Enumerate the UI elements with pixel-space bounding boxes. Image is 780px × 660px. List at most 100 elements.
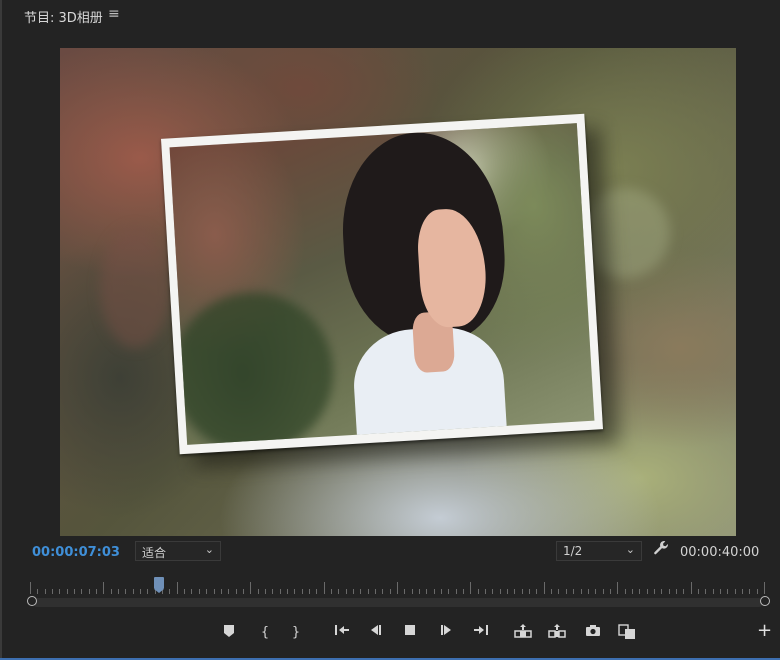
ruler-tick xyxy=(169,589,170,594)
ruler-tick xyxy=(434,589,435,594)
step-forward-button[interactable] xyxy=(435,624,457,642)
ruler-tick xyxy=(404,589,405,594)
ruler-tick xyxy=(147,589,148,594)
marker-icon xyxy=(218,624,240,638)
photo-image xyxy=(169,123,595,445)
mark-in-button[interactable]: { xyxy=(254,624,276,642)
ruler-tick xyxy=(603,589,604,594)
ruler-tick xyxy=(558,589,559,594)
ruler-tick xyxy=(669,589,670,594)
panel-title[interactable]: 节目: 3D相册 xyxy=(24,7,103,26)
ruler-tick xyxy=(74,589,75,594)
ruler-tick xyxy=(309,589,310,594)
ruler-tick xyxy=(81,589,82,594)
ruler-tick xyxy=(390,589,391,594)
stop-icon xyxy=(399,624,421,636)
ruler-tick xyxy=(140,589,141,594)
ruler-tick xyxy=(470,582,471,594)
ruler-tick xyxy=(566,589,567,594)
ruler-tick xyxy=(294,589,295,594)
stop-button[interactable] xyxy=(399,624,421,642)
ruler-tick xyxy=(647,589,648,594)
ruler-tick xyxy=(456,589,457,594)
plus-icon[interactable]: + xyxy=(757,620,772,641)
ruler-tick xyxy=(177,582,178,594)
export-frame-button[interactable] xyxy=(582,624,604,642)
ruler-tick xyxy=(426,589,427,594)
ruler-tick xyxy=(346,589,347,594)
ruler-tick xyxy=(536,589,537,594)
ruler-tick xyxy=(463,589,464,594)
ruler-tick xyxy=(206,589,207,594)
ruler-tick xyxy=(698,589,699,594)
ruler-tick xyxy=(492,589,493,594)
ruler-tick xyxy=(720,589,721,594)
ruler-tick xyxy=(544,582,545,594)
ruler-tick xyxy=(757,589,758,594)
ruler-tick xyxy=(448,589,449,594)
ruler-tick xyxy=(676,589,677,594)
ruler-tick xyxy=(573,589,574,594)
ruler-tick xyxy=(412,589,413,594)
ruler-tick xyxy=(243,589,244,594)
ruler-tick xyxy=(500,589,501,594)
mark-out-button[interactable]: } xyxy=(285,624,307,642)
zoom-scrollbar[interactable] xyxy=(33,598,763,607)
ruler-tick xyxy=(338,589,339,594)
ruler-tick xyxy=(514,589,515,594)
zoom-level-value: 适合 xyxy=(142,546,167,560)
scrollbar-right-handle[interactable] xyxy=(760,596,770,606)
ruler-tick xyxy=(30,582,31,594)
panel-header: 节目: 3D相册 ≡ xyxy=(0,0,780,32)
ruler-tick xyxy=(478,589,479,594)
program-monitor-viewer[interactable] xyxy=(60,48,736,536)
ruler-tick xyxy=(302,589,303,594)
mark-out-icon: } xyxy=(291,625,301,640)
ruler-tick xyxy=(52,589,53,594)
ruler-tick xyxy=(551,589,552,594)
extract-button[interactable] xyxy=(546,624,568,642)
ruler-tick xyxy=(125,589,126,594)
ruler-tick xyxy=(236,589,237,594)
ruler-tick xyxy=(250,582,251,594)
add-marker-button[interactable] xyxy=(218,624,240,642)
comparison-view-button[interactable] xyxy=(616,624,638,642)
ruler-tick xyxy=(683,589,684,594)
ruler-tick xyxy=(639,589,640,594)
ruler-tick xyxy=(111,589,112,594)
mark-in-icon: { xyxy=(260,625,270,640)
ruler-tick xyxy=(331,589,332,594)
ruler-tick xyxy=(749,589,750,594)
scrollbar-left-handle[interactable] xyxy=(27,596,37,606)
go-to-out-button[interactable] xyxy=(470,624,492,642)
step-forward-icon xyxy=(435,624,457,636)
ruler-tick xyxy=(287,589,288,594)
ruler-tick xyxy=(368,589,369,594)
current-timecode[interactable]: 00:00:07:03 xyxy=(32,545,120,560)
playback-resolution-select[interactable]: 1/2 ⌄ xyxy=(556,541,642,561)
lift-icon xyxy=(512,624,534,638)
ruler-tick xyxy=(419,589,420,594)
time-ruler[interactable] xyxy=(30,578,765,594)
photo-card xyxy=(161,113,603,455)
hamburger-icon[interactable]: ≡ xyxy=(108,6,120,22)
ruler-tick xyxy=(272,589,273,594)
lift-button[interactable] xyxy=(512,624,534,642)
wrench-icon[interactable] xyxy=(653,540,669,560)
ruler-tick xyxy=(661,589,662,594)
ruler-tick xyxy=(228,589,229,594)
zoom-level-select[interactable]: 适合 ⌄ xyxy=(135,541,221,561)
ruler-tick xyxy=(727,589,728,594)
step-back-button[interactable] xyxy=(365,624,387,642)
ruler-tick xyxy=(625,589,626,594)
ruler-tick xyxy=(191,589,192,594)
ruler-tick xyxy=(507,589,508,594)
go-to-in-button[interactable] xyxy=(331,624,353,642)
playhead[interactable] xyxy=(154,577,164,593)
ruler-tick xyxy=(397,582,398,594)
ruler-tick xyxy=(705,589,706,594)
ruler-tick xyxy=(382,589,383,594)
ruler-tick xyxy=(742,589,743,594)
ruler-tick xyxy=(735,589,736,594)
sequence-duration: 00:00:40:00 xyxy=(680,545,760,560)
